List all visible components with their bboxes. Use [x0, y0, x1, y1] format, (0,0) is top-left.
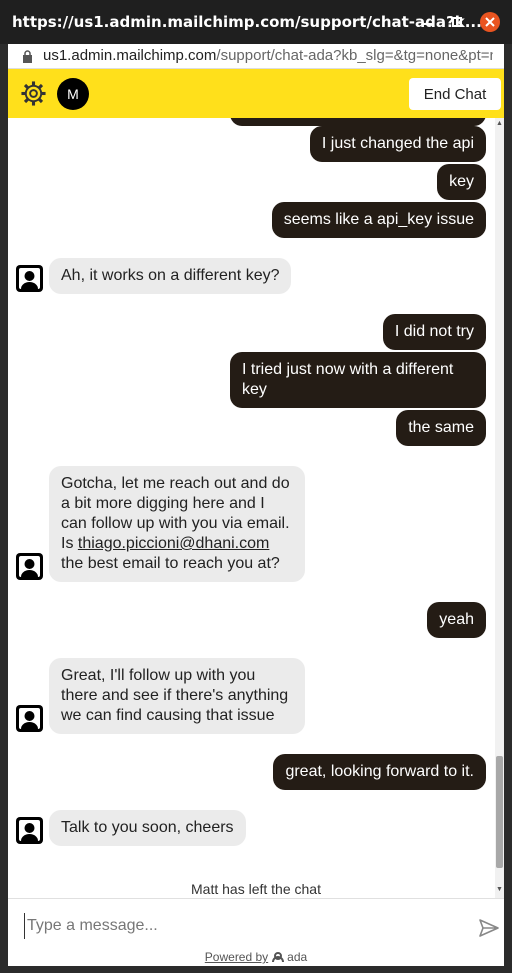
close-icon	[485, 17, 495, 27]
agent-avatar-icon	[16, 553, 43, 580]
brand-name: ada	[287, 950, 308, 964]
message-line: we can find causing that issue	[61, 707, 275, 724]
send-icon[interactable]	[478, 917, 500, 939]
agent-avatar-icon	[16, 817, 43, 844]
ada-logo-icon	[272, 952, 285, 963]
agent-avatar-icon	[16, 705, 43, 732]
maximize-button[interactable]	[447, 12, 467, 32]
end-chat-button[interactable]: End Chat	[409, 78, 501, 110]
maximize-icon	[452, 17, 462, 27]
message-agent: Gotcha, let me reach out and do a bit mo…	[49, 466, 305, 582]
message-agent: Great, I'll follow up with you there and…	[49, 658, 305, 734]
window-titlebar: https://us1.admin.mailchimp.com/support/…	[0, 0, 512, 44]
message-line: the best email to reach you at?	[61, 555, 280, 572]
avatar: M	[57, 78, 89, 110]
powered-by[interactable]: Powered by ada	[8, 950, 504, 964]
chat-header: M End Chat	[8, 69, 504, 118]
message-user: seems like a api_key issue	[271, 202, 486, 238]
message-line: can follow up with you via email.	[61, 515, 290, 532]
message-line: I tried just now with a different	[242, 361, 454, 378]
lock-icon	[23, 50, 32, 63]
scroll-down-icon[interactable]: ▼	[496, 886, 503, 893]
agent-avatar-icon	[16, 265, 43, 292]
url-path: /support/chat-ada?kb_slg=&tg=none&pt=n..…	[216, 47, 493, 64]
message-agent: Ah, it works on a different key?	[49, 258, 292, 294]
message-agent: Talk to you soon, cheers	[49, 810, 246, 846]
message-user: I did not try	[382, 314, 486, 350]
composer: Powered by ada	[8, 898, 504, 966]
message-user: the same	[396, 410, 486, 446]
status-message: Matt has left the chat	[191, 881, 321, 897]
message-line: Great, I'll follow up with you	[61, 667, 256, 684]
message-line: a bit more digging here and I	[61, 495, 265, 512]
url-host: us1.admin.mailchimp.com	[43, 47, 217, 64]
message-user: key	[437, 164, 486, 200]
message-user-partial	[230, 118, 486, 126]
url-text: us1.admin.mailchimp.com/support/chat-ada…	[43, 47, 493, 64]
close-button[interactable]	[480, 12, 500, 32]
message-user: great, looking forward to it.	[273, 754, 486, 790]
message-user: I tried just now with a different key	[230, 352, 486, 408]
minimize-icon	[422, 23, 432, 25]
minimize-button[interactable]	[417, 12, 437, 32]
background-edge	[0, 69, 8, 973]
message-user: I just changed the api	[309, 126, 486, 162]
chat-transcript[interactable]: I just changed the api key seems like a …	[8, 118, 504, 898]
message-user: yeah	[427, 602, 486, 638]
gear-icon[interactable]	[20, 80, 47, 107]
message-line: key	[242, 381, 267, 398]
address-bar[interactable]: us1.admin.mailchimp.com/support/chat-ada…	[8, 44, 504, 69]
scroll-up-icon[interactable]: ▲	[496, 120, 503, 127]
powered-by-label: Powered by	[204, 950, 269, 964]
window-title: https://us1.admin.mailchimp.com/support/…	[12, 13, 482, 31]
message-line: there and see if there's anything	[61, 687, 289, 704]
message-line: Is	[61, 535, 78, 552]
message-line: Gotcha, let me reach out and do	[61, 475, 290, 492]
message-input[interactable]	[24, 913, 464, 939]
scrollbar[interactable]: ▲ ▼	[495, 118, 504, 898]
scrollbar-thumb[interactable]	[496, 756, 503, 868]
email-link[interactable]: thiago.piccioni@dhani.com	[78, 535, 269, 552]
